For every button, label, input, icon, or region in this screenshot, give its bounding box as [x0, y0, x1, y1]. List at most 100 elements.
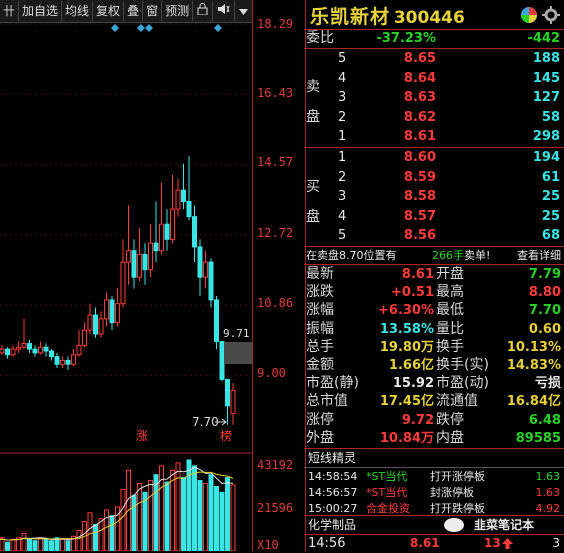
color-wheel-icon[interactable]: [520, 6, 538, 24]
ranking-marker[interactable]: 榜: [220, 428, 232, 443]
candle[interactable]: [197, 246, 203, 278]
event-marker-icon[interactable]: [145, 24, 153, 32]
ask-volume: 145: [532, 70, 560, 86]
moving-average-button[interactable]: 均线: [62, 1, 94, 21]
candle[interactable]: [131, 250, 137, 278]
order-ratio-row: 委比 -37.23% -442: [304, 29, 564, 48]
candle[interactable]: [181, 189, 186, 203]
forecast-button[interactable]: 预测: [162, 1, 194, 21]
candle[interactable]: [32, 348, 38, 354]
stat-label: 金额: [306, 357, 334, 373]
candle[interactable]: [120, 261, 126, 305]
bid-row[interactable]: 2 8.59 61: [304, 168, 564, 187]
candle[interactable]: [65, 359, 71, 365]
candle[interactable]: [0, 348, 5, 354]
candle[interactable]: [208, 261, 214, 301]
bid-row[interactable]: 5 8.56 68: [304, 226, 564, 245]
candle[interactable]: [175, 189, 181, 210]
sound-icon[interactable]: [213, 1, 236, 21]
add-to-watchlist-button[interactable]: 加自选: [19, 1, 63, 21]
candle[interactable]: [230, 389, 236, 414]
candle[interactable]: [93, 314, 98, 335]
ask-row[interactable]: 4 8.64 145: [304, 69, 564, 88]
lock-icon[interactable]: [193, 1, 214, 21]
event-marker-icon[interactable]: [137, 24, 145, 32]
candle[interactable]: [16, 346, 21, 350]
toolbar-item-partial[interactable]: 卄: [0, 1, 20, 21]
candle[interactable]: [115, 303, 120, 324]
stat-label: 外盘: [306, 429, 334, 446]
candle[interactable]: [126, 250, 131, 263]
candle[interactable]: [159, 223, 164, 252]
candle[interactable]: [109, 299, 115, 324]
sector-name[interactable]: 化学制品: [308, 516, 356, 535]
ask-row[interactable]: 3 8.63 127: [304, 88, 564, 107]
candle[interactable]: [10, 348, 16, 356]
stat-value: 10.13%: [506, 339, 561, 355]
volume-bar: [60, 538, 65, 551]
candle[interactable]: [164, 223, 170, 240]
short-elf-title[interactable]: 短线精灵: [308, 449, 356, 468]
settings-gear-icon[interactable]: [542, 6, 560, 24]
stat-value: 13.58%: [379, 321, 434, 337]
volume-bar: [197, 480, 203, 551]
bid-row[interactable]: 3 8.58 25: [304, 187, 564, 206]
candle[interactable]: [186, 201, 192, 218]
candle[interactable]: [225, 378, 230, 407]
candle[interactable]: [38, 346, 43, 354]
candle[interactable]: [76, 344, 82, 356]
volume-bar: [5, 541, 10, 551]
candle[interactable]: [87, 314, 93, 331]
candle[interactable]: [148, 242, 153, 271]
volume-bar: [225, 477, 230, 551]
candle[interactable]: [82, 329, 87, 346]
stat-row: 市盈(静) 15.92 市盈(动) 亏损: [304, 374, 564, 393]
candle[interactable]: [5, 348, 10, 356]
event-marker-icon[interactable]: [111, 24, 119, 32]
bid-row[interactable]: 4 8.57 25: [304, 207, 564, 226]
candle[interactable]: [137, 253, 142, 278]
volume-bar: [153, 474, 159, 551]
tick-count: 13: [484, 536, 501, 550]
candle[interactable]: [214, 299, 219, 343]
candle[interactable]: [27, 342, 32, 350]
stat-row: 总市值 17.45亿 流通值 16.84亿: [304, 392, 564, 411]
price-adjust-button[interactable]: 复权: [93, 1, 125, 21]
stat-value: 0.60: [528, 321, 561, 337]
volume-bar: [230, 484, 236, 551]
bid-row[interactable]: 1 8.60 194: [304, 148, 564, 167]
watermark-text: 韭菜笔记本: [474, 518, 535, 532]
volume-bar: [186, 459, 192, 551]
window-button[interactable]: 窗: [143, 1, 163, 21]
ask-row[interactable]: 1 8.61 298: [304, 127, 564, 146]
candle[interactable]: [203, 261, 208, 278]
candle[interactable]: [71, 354, 76, 365]
dropdown-icon[interactable]: [235, 1, 252, 21]
buy-side-label: 买: [306, 179, 320, 195]
view-detail-link[interactable]: 查看详细: [517, 246, 561, 265]
candle[interactable]: [21, 342, 27, 348]
limit-up-marker[interactable]: 涨: [136, 428, 148, 443]
volume-bar: [87, 512, 93, 551]
candle[interactable]: [153, 242, 159, 252]
ask-row[interactable]: 5 8.65 188: [304, 49, 564, 68]
candle[interactable]: [170, 208, 175, 240]
candle[interactable]: [219, 341, 225, 380]
candle[interactable]: [54, 356, 60, 365]
candle[interactable]: [49, 350, 54, 358]
ask-row[interactable]: 2 8.62 58: [304, 108, 564, 127]
candle[interactable]: [142, 253, 148, 271]
stat-label: 量比: [436, 320, 464, 337]
overlay-button[interactable]: 叠: [124, 1, 144, 21]
stat-value: +6.30%: [378, 303, 434, 319]
candle[interactable]: [60, 359, 65, 365]
volume-tick-label: 43192: [257, 458, 294, 472]
event-marker-icon[interactable]: [214, 24, 222, 32]
candle[interactable]: [98, 318, 104, 335]
candlestick-chart[interactable]: 9.71 7.70 涨 榜: [0, 22, 252, 551]
volume-bar: [43, 538, 49, 551]
volume-bar: [104, 509, 109, 551]
candle[interactable]: [104, 299, 109, 320]
candle[interactable]: [192, 216, 197, 248]
candle[interactable]: [43, 346, 49, 352]
